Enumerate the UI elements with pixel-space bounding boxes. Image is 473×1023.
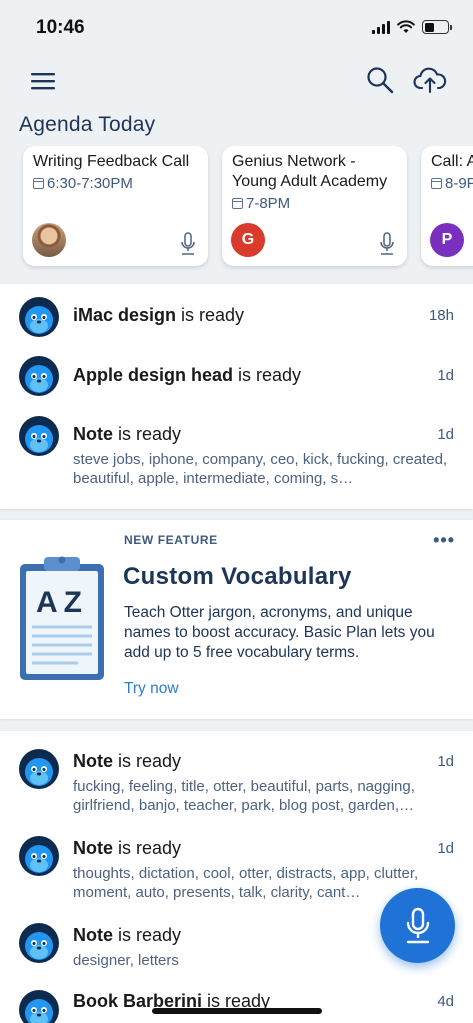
conversation-title: Apple design head <box>73 365 234 385</box>
agenda-card-title: Genius Network - Young Adult Academy <box>232 153 388 190</box>
list-item[interactable]: Note is ready fucking, feeling, title, o… <box>0 731 473 818</box>
promo-body: Teach Otter jargon, acronyms, and unique… <box>124 604 435 661</box>
list-item[interactable]: Note is ready steve jobs, iphone, compan… <box>0 404 473 504</box>
otter-logo-icon <box>19 297 59 337</box>
keywords-text: fucking, feeling, title, otter, beautifu… <box>73 778 415 814</box>
agenda-card-time: 7-8PM <box>246 195 291 212</box>
otter-logo-icon <box>19 836 59 876</box>
otter-logo-icon <box>19 416 59 456</box>
try-now-link[interactable]: Try now <box>124 680 179 698</box>
conversation-title: Note <box>73 838 113 858</box>
record-button[interactable] <box>380 888 455 963</box>
avatar: P <box>430 223 464 257</box>
promo-eyebrow: NEW FEATURE <box>124 533 218 547</box>
conversation-title: Note <box>73 925 113 945</box>
conversation-title: iMac design <box>73 305 177 325</box>
otter-logo-icon <box>19 749 59 789</box>
timestamp: 1d <box>437 426 454 443</box>
conversation-title: Note <box>73 751 113 771</box>
keywords-text: steve jobs, iphone, company, ceo, kick, … <box>73 451 448 487</box>
calendar-icon <box>33 178 44 189</box>
microphone-icon[interactable] <box>379 232 395 256</box>
otter-logo-icon <box>19 990 59 1023</box>
menu-icon[interactable] <box>28 68 58 94</box>
conversation-title: Note <box>73 424 113 444</box>
timestamp: 1d <box>437 753 454 770</box>
home-indicator <box>152 1008 322 1014</box>
top-toolbar <box>0 56 473 110</box>
timestamp: 1d <box>437 367 454 384</box>
agenda-carousel[interactable]: Writing Feedback Call 6:30-7:30PM Genius… <box>0 146 473 270</box>
agenda-card[interactable]: Call: A 8-9P P <box>421 146 473 266</box>
timestamp: 4d <box>437 993 454 1010</box>
conversation-list: Note is ready fucking, feeling, title, o… <box>0 731 473 1023</box>
agenda-card[interactable]: Writing Feedback Call 6:30-7:30PM <box>23 146 208 266</box>
search-icon[interactable] <box>364 64 396 96</box>
agenda-card-title: Writing Feedback Call <box>33 153 190 170</box>
cellular-signal-icon <box>372 20 390 34</box>
calendar-icon <box>431 178 442 189</box>
battery-icon <box>422 20 452 34</box>
timestamp: 1d <box>437 840 454 857</box>
microphone-icon <box>406 907 429 943</box>
list-item[interactable]: iMac design is ready 18h <box>0 284 473 344</box>
more-options-icon[interactable]: ••• <box>433 530 455 551</box>
otter-logo-icon <box>19 923 59 963</box>
svg-text:AZ: AZ <box>36 586 88 619</box>
avatar <box>32 223 66 257</box>
agenda-card[interactable]: Genius Network - Young Adult Academy 7-8… <box>222 146 407 266</box>
agenda-card-time: 6:30-7:30PM <box>47 175 133 192</box>
clipboard-illustration: AZ <box>20 556 104 680</box>
wifi-icon <box>397 20 415 33</box>
agenda-card-time: 8-9P <box>445 175 473 192</box>
avatar: G <box>231 223 265 257</box>
list-item[interactable]: Apple design head is ready 1d <box>0 344 473 404</box>
conversation-list: iMac design is ready 18h Apple design he… <box>0 284 473 509</box>
agenda-card-title: Call: A <box>431 153 473 170</box>
timestamp: 18h <box>428 307 454 324</box>
otter-logo-icon <box>19 356 59 396</box>
agenda-title: Agenda Today <box>19 113 156 136</box>
microphone-icon[interactable] <box>180 232 196 256</box>
status-bar: 10:46 <box>0 0 473 56</box>
list-item[interactable]: Book Barberini is ready 4d <box>0 972 473 1023</box>
status-time: 10:46 <box>36 17 85 38</box>
promo-title: Custom Vocabulary <box>123 563 352 590</box>
new-feature-card: AZ NEW FEATURE ••• Custom Vocabulary Tea… <box>0 520 473 719</box>
calendar-icon <box>232 198 243 209</box>
keywords-text: designer, letters <box>73 952 179 969</box>
cloud-upload-icon[interactable] <box>412 64 448 96</box>
